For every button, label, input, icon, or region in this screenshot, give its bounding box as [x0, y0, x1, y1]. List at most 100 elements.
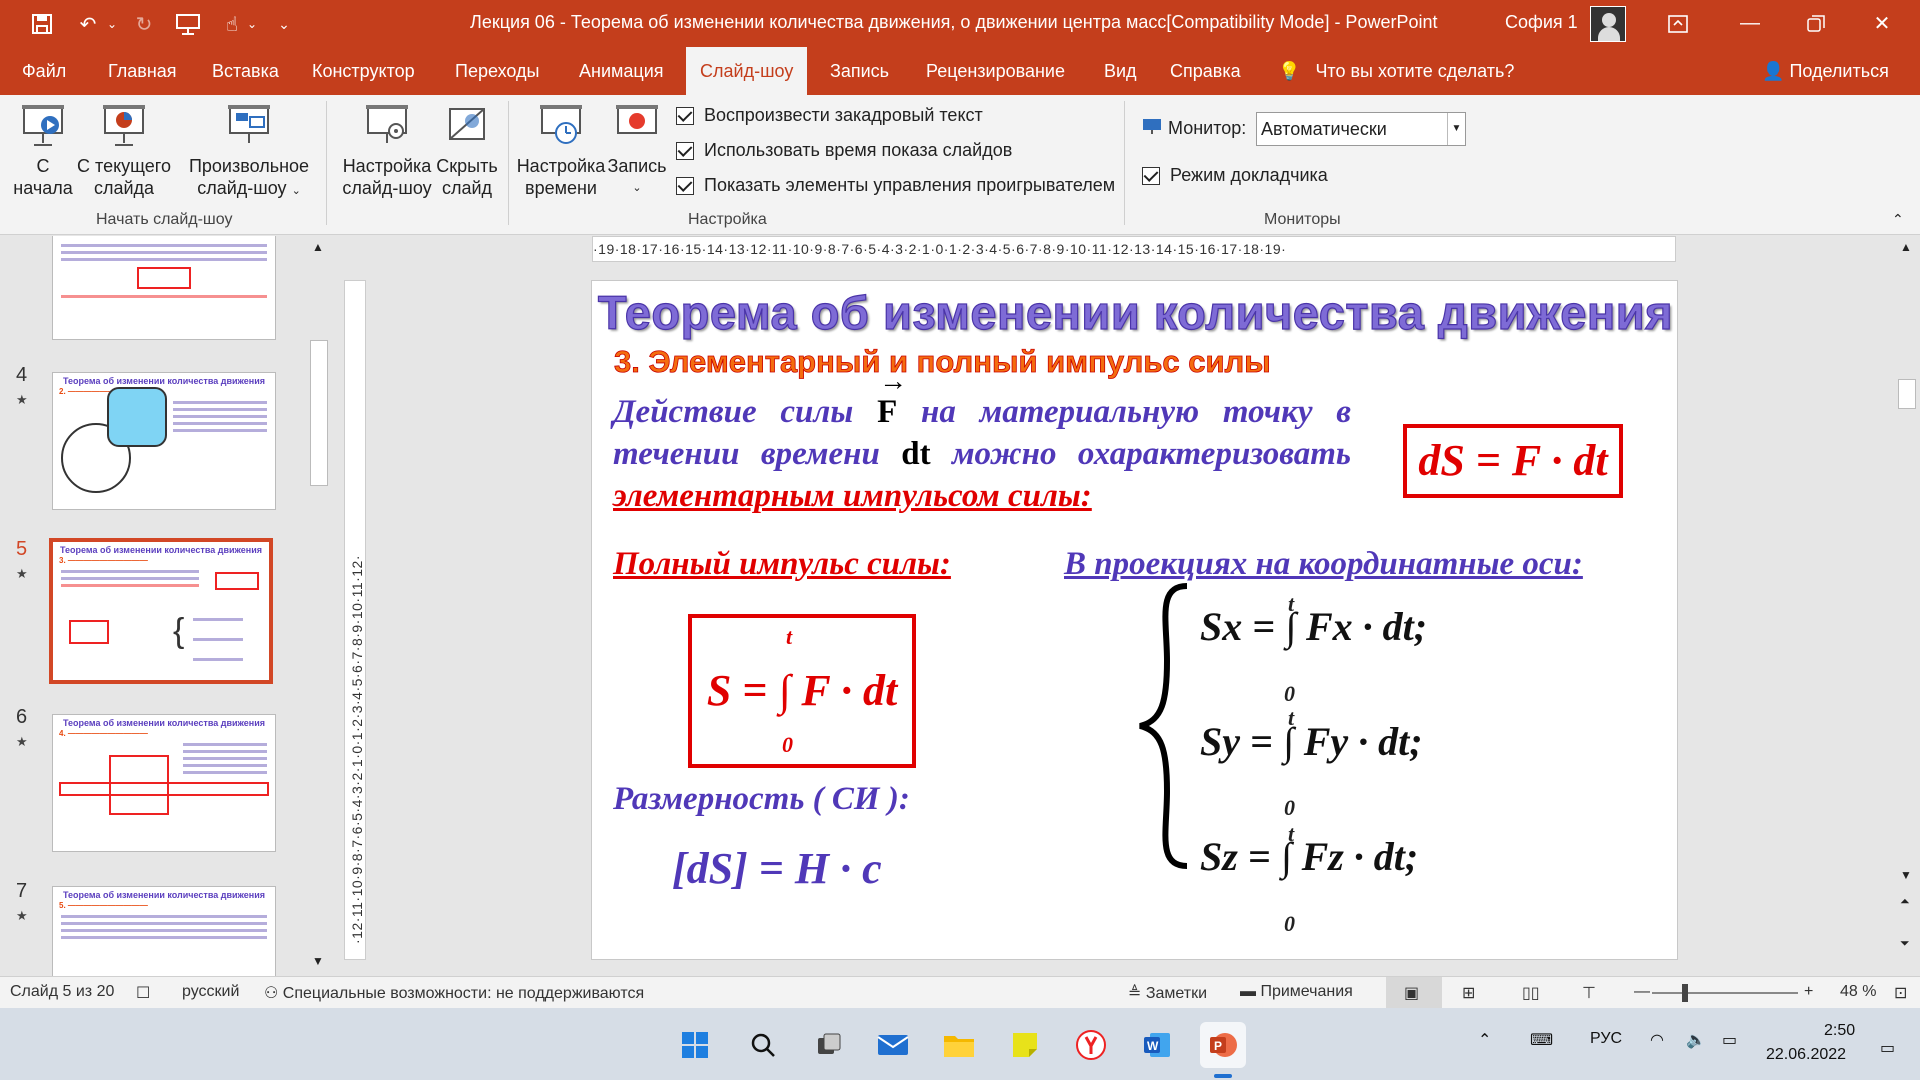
- from-current-button[interactable]: С текущего слайда: [76, 103, 172, 199]
- tab-insert[interactable]: Вставка: [198, 47, 293, 95]
- rehearse-timings-button[interactable]: Настройка времени: [516, 103, 606, 199]
- zoom-slider[interactable]: [1652, 992, 1798, 994]
- scroll-up-icon[interactable]: ▲: [1900, 240, 1912, 254]
- avatar[interactable]: [1590, 6, 1626, 42]
- restore-icon[interactable]: [1786, 0, 1846, 47]
- equation-sz[interactable]: Sz = ∫ Fz · dt;: [1200, 833, 1418, 880]
- timings-checkbox[interactable]: Использовать время показа слайдов: [676, 140, 1012, 161]
- formula-elementary-impulse[interactable]: dS = F · dt: [1403, 424, 1623, 498]
- slide-body-emphasis[interactable]: элементарным импульсом силы:: [613, 475, 1092, 517]
- record-button[interactable]: Запись ⌄: [604, 103, 670, 199]
- slide-thumbnail-5[interactable]: Теорема об изменении количества движения…: [49, 538, 273, 684]
- user-name[interactable]: София 1: [1505, 12, 1578, 33]
- setup-slideshow-button[interactable]: Настройка слайд-шоу: [340, 103, 434, 199]
- equation-sx[interactable]: Sx = ∫ Fx · dt;: [1200, 603, 1427, 650]
- media-controls-checkbox[interactable]: Показать элементы управления проигрывате…: [676, 175, 1115, 196]
- narration-checkbox[interactable]: Воспроизвести закадровый текст: [676, 105, 983, 126]
- comments-button[interactable]: ▬ Примечания: [1240, 983, 1353, 1001]
- tell-me-search[interactable]: 💡 Что вы хотите сделать?: [1278, 47, 1514, 95]
- dimension-label[interactable]: Размерность ( СИ ):: [613, 781, 910, 818]
- yandex-browser-icon[interactable]: [1068, 1022, 1114, 1068]
- next-slide-icon[interactable]: ⏷: [1900, 936, 1910, 951]
- redo-icon[interactable]: ↻: [124, 8, 164, 40]
- slide-body-text[interactable]: Действие силы F на материальную точку в …: [613, 361, 1351, 475]
- tab-home[interactable]: Главная: [94, 47, 191, 95]
- tab-help[interactable]: Справка: [1156, 47, 1255, 95]
- thumbnails-scrollbar[interactable]: ▲ ▼: [306, 236, 332, 976]
- wifi-icon[interactable]: ◠: [1650, 1030, 1664, 1050]
- from-start-button[interactable]: С начала: [10, 103, 76, 199]
- share-button[interactable]: 👤 Поделиться: [1762, 47, 1889, 95]
- zoom-in-icon[interactable]: +: [1804, 983, 1813, 1001]
- slide-scrollbar[interactable]: ▲ ▼ ⏶ ⏷: [1894, 236, 1920, 976]
- undo-icon[interactable]: ↶: [68, 8, 108, 40]
- heading-projections[interactable]: В проекциях на координатные оси:: [1064, 546, 1583, 583]
- tray-chevron-icon[interactable]: ⌃: [1478, 1030, 1491, 1050]
- presenter-view-checkbox[interactable]: Режим докладчика: [1142, 165, 1328, 186]
- scroll-thumb[interactable]: [310, 340, 328, 486]
- slide-sorter-icon[interactable]: ⊞: [1462, 983, 1475, 1003]
- slide-thumbnail-6[interactable]: Теорема об изменении количества движения…: [52, 714, 276, 852]
- present-icon[interactable]: [168, 8, 208, 40]
- scroll-up-icon[interactable]: ▲: [312, 240, 324, 254]
- slide-thumbnail-3[interactable]: [52, 236, 276, 340]
- slide-counter[interactable]: Слайд 5 из 20: [10, 983, 114, 1001]
- scroll-down-icon[interactable]: ▼: [1900, 868, 1912, 882]
- tab-file[interactable]: Файл: [8, 47, 80, 95]
- scroll-down-icon[interactable]: ▼: [312, 954, 324, 968]
- save-icon[interactable]: [22, 8, 62, 40]
- zoom-out-icon[interactable]: —: [1634, 983, 1650, 1001]
- collapse-ribbon-icon[interactable]: ⌃: [1892, 211, 1904, 228]
- slideshow-view-icon[interactable]: ⊤: [1582, 983, 1596, 1003]
- close-icon[interactable]: ✕: [1852, 0, 1912, 47]
- input-language[interactable]: РУС: [1590, 1030, 1622, 1048]
- equation-sy[interactable]: Sy = ∫ Fy · dt;: [1200, 718, 1423, 765]
- language-indicator[interactable]: русский: [182, 983, 239, 1001]
- zoom-slider-thumb[interactable]: [1682, 984, 1688, 1002]
- customize-qat-icon[interactable]: ⌄: [272, 8, 296, 40]
- volume-icon[interactable]: 🔈: [1686, 1030, 1706, 1050]
- previous-slide-icon[interactable]: ⏶: [1900, 894, 1910, 909]
- minimize-icon[interactable]: —: [1720, 0, 1780, 47]
- search-icon[interactable]: [740, 1022, 786, 1068]
- accessibility-status[interactable]: ⚇ Специальные возможности: не поддержива…: [264, 983, 644, 1003]
- custom-slideshow-button[interactable]: Произвольное слайд-шоу ⌄: [184, 103, 314, 202]
- spellcheck-icon[interactable]: ☐: [136, 983, 150, 1003]
- tab-view[interactable]: Вид: [1090, 47, 1151, 95]
- windows-start-icon[interactable]: [672, 1022, 718, 1068]
- tab-slideshow[interactable]: Слайд-шоу: [686, 47, 808, 95]
- slide-thumbnail-4[interactable]: Теорема об изменении количества движения…: [52, 372, 276, 510]
- tab-design[interactable]: Конструктор: [298, 47, 429, 95]
- battery-icon[interactable]: ▭: [1722, 1030, 1737, 1050]
- hide-slide-button[interactable]: Скрыть слайд: [432, 103, 502, 199]
- ribbon-display-icon[interactable]: [1648, 0, 1708, 47]
- slide-title[interactable]: Теорема об изменении количества движения: [592, 285, 1677, 340]
- slide-thumbnail-7[interactable]: Теорема об изменении количества движения…: [52, 886, 276, 976]
- keyboard-icon[interactable]: ⌨: [1530, 1030, 1553, 1050]
- dimension-formula[interactable]: [dS] = H · c: [672, 843, 882, 894]
- tab-record[interactable]: Запись: [816, 47, 903, 95]
- file-explorer-icon[interactable]: [936, 1022, 982, 1068]
- task-view-icon[interactable]: [806, 1022, 852, 1068]
- fit-to-window-icon[interactable]: ⊡: [1894, 983, 1907, 1003]
- mail-icon[interactable]: [870, 1022, 916, 1068]
- monitor-select[interactable]: Автоматически ▼: [1256, 112, 1466, 146]
- touch-dropdown-icon[interactable]: ⌄: [244, 8, 260, 40]
- sticky-notes-icon[interactable]: [1002, 1022, 1048, 1068]
- scroll-thumb[interactable]: [1898, 379, 1916, 409]
- slide-subtitle[interactable]: 3. Элементарный и полный импульс силы: [614, 344, 1272, 380]
- word-icon[interactable]: W: [1134, 1022, 1180, 1068]
- notification-icon[interactable]: ▭: [1880, 1038, 1895, 1058]
- tab-transitions[interactable]: Переходы: [441, 47, 553, 95]
- slide-canvas[interactable]: Теорема об изменении количества движения…: [591, 280, 1678, 960]
- zoom-level[interactable]: 48 %: [1840, 983, 1876, 1001]
- tab-animations[interactable]: Анимация: [565, 47, 678, 95]
- tab-review[interactable]: Рецензирование: [912, 47, 1079, 95]
- heading-full-impulse[interactable]: Полный импульс силы:: [613, 546, 951, 583]
- clock-date[interactable]: 22.06.2022: [1766, 1046, 1846, 1064]
- powerpoint-icon[interactable]: P: [1200, 1022, 1246, 1068]
- undo-dropdown-icon[interactable]: ⌄: [104, 8, 120, 40]
- notes-button[interactable]: ≜ Заметки: [1128, 983, 1207, 1003]
- formula-full-impulse[interactable]: S = ∫ F · dt t 0: [688, 614, 916, 768]
- reading-view-icon[interactable]: ▯▯: [1522, 983, 1540, 1003]
